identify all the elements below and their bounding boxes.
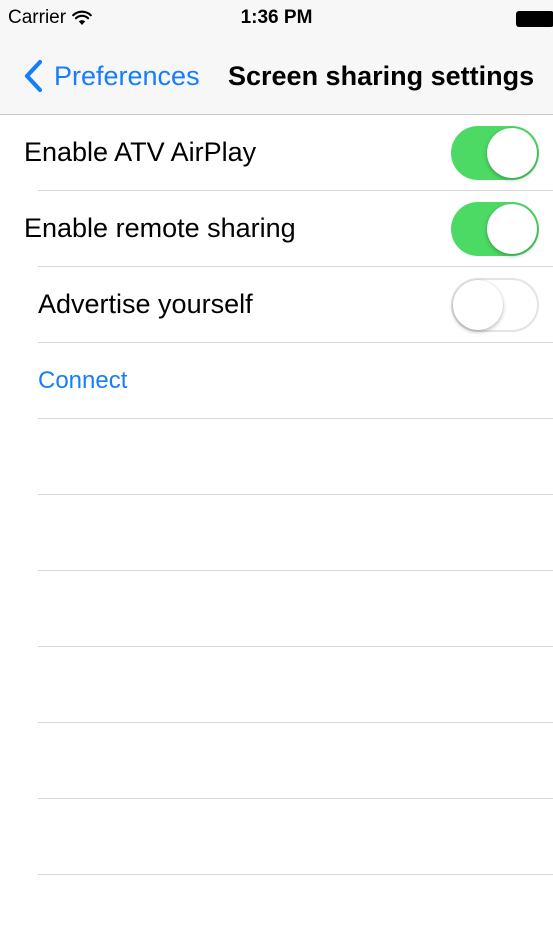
enable-remote-sharing-switch[interactable] [451, 202, 539, 256]
top-bar: Carrier 1:36 PM Preferences Screen shari… [0, 0, 553, 115]
navigation-bar: Preferences Screen sharing settings [0, 38, 553, 114]
empty-row [38, 723, 553, 799]
empty-row [38, 875, 553, 948]
enable-atv-airplay-switch[interactable] [451, 126, 539, 180]
connect-button[interactable]: Connect [38, 343, 127, 418]
switch-knob [487, 204, 537, 254]
chevron-left-icon [24, 59, 43, 93]
back-button-label: Preferences [54, 60, 200, 91]
row-connect[interactable]: Connect [38, 343, 553, 419]
switch-knob [487, 128, 537, 178]
row-advertise-yourself: Advertise yourself [38, 267, 553, 343]
page-title: Screen sharing settings [228, 60, 535, 91]
empty-row [38, 799, 553, 875]
row-enable-atv-airplay: Enable ATV AirPlay [24, 115, 553, 191]
switch-knob [453, 280, 503, 330]
back-button[interactable]: Preferences [22, 56, 200, 96]
empty-row [38, 495, 553, 571]
status-bar: Carrier 1:36 PM [0, 0, 553, 38]
empty-row [38, 647, 553, 723]
advertise-yourself-switch[interactable] [451, 278, 539, 332]
battery-icon [516, 11, 553, 27]
enable-remote-sharing-label: Enable remote sharing [24, 213, 296, 243]
status-time: 1:36 PM [240, 7, 313, 28]
empty-row [38, 419, 553, 495]
screen: Carrier 1:36 PM Preferences Screen shari… [0, 0, 553, 948]
advertise-yourself-label: Advertise yourself [38, 289, 253, 319]
settings-table: Enable ATV AirPlay Enable remote sharing… [0, 115, 553, 948]
enable-atv-airplay-label: Enable ATV AirPlay [24, 137, 257, 167]
empty-row [38, 571, 553, 647]
row-enable-remote-sharing: Enable remote sharing [24, 191, 553, 267]
